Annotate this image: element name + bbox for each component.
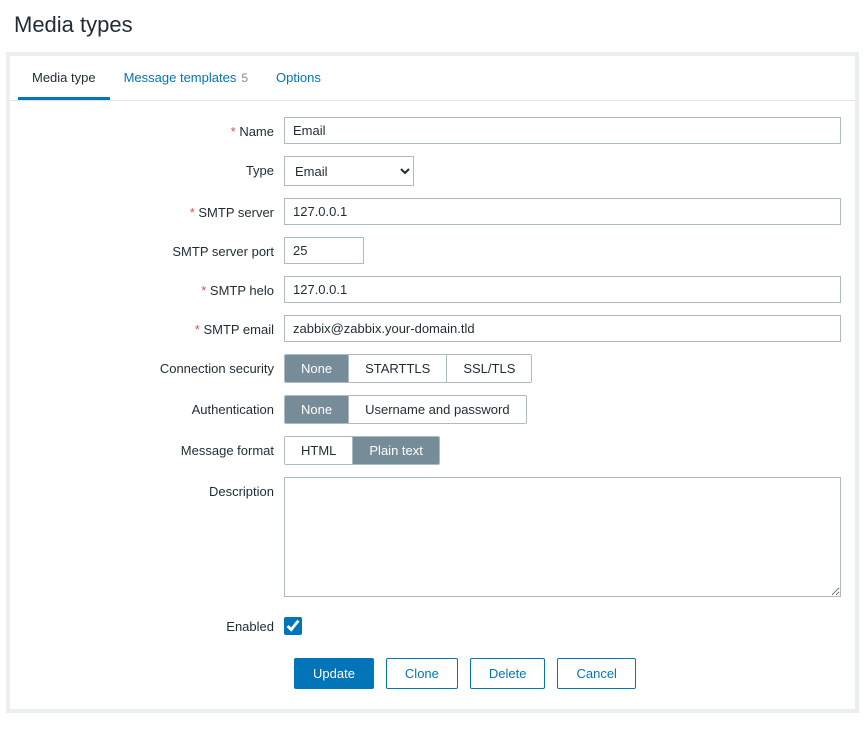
- label-name: Name: [24, 117, 284, 139]
- label-smtp-server: SMTP server: [24, 198, 284, 220]
- action-row: Update Clone Delete Cancel: [24, 658, 841, 689]
- message-format-group: HTML Plain text: [284, 436, 440, 465]
- label-description: Description: [24, 477, 284, 499]
- conn-security-none[interactable]: None: [285, 355, 349, 382]
- content-panel: Media type Message templates 5 Options N…: [6, 52, 859, 713]
- tab-count: 5: [241, 71, 248, 85]
- format-plain-text[interactable]: Plain text: [353, 437, 438, 464]
- smtp-port-input[interactable]: [284, 237, 364, 264]
- smtp-helo-input[interactable]: [284, 276, 841, 303]
- clone-button[interactable]: Clone: [386, 658, 458, 689]
- cancel-button[interactable]: Cancel: [557, 658, 635, 689]
- label-smtp-helo: SMTP helo: [24, 276, 284, 298]
- label-smtp-email: SMTP email: [24, 315, 284, 337]
- delete-button[interactable]: Delete: [470, 658, 546, 689]
- conn-security-ssl-tls[interactable]: SSL/TLS: [447, 355, 531, 382]
- auth-none[interactable]: None: [285, 396, 349, 423]
- label-message-format: Message format: [24, 436, 284, 458]
- auth-userpass[interactable]: Username and password: [349, 396, 526, 423]
- label-enabled: Enabled: [24, 612, 284, 634]
- enabled-checkbox[interactable]: [284, 617, 302, 635]
- card: Media type Message templates 5 Options N…: [10, 56, 855, 709]
- label-conn-security: Connection security: [24, 354, 284, 376]
- description-textarea[interactable]: [284, 477, 841, 597]
- tab-label: Media type: [32, 70, 96, 85]
- tab-label: Options: [276, 70, 321, 85]
- smtp-email-input[interactable]: [284, 315, 841, 342]
- update-button[interactable]: Update: [294, 658, 374, 689]
- tab-label: Message templates: [124, 70, 237, 85]
- label-smtp-port: SMTP server port: [24, 237, 284, 259]
- conn-security-group: None STARTTLS SSL/TLS: [284, 354, 532, 383]
- conn-security-starttls[interactable]: STARTTLS: [349, 355, 447, 382]
- tab-bar: Media type Message templates 5 Options: [10, 56, 855, 101]
- tab-options[interactable]: Options: [262, 56, 335, 100]
- form: Name Type Email SMTP server: [10, 101, 855, 689]
- label-authentication: Authentication: [24, 395, 284, 417]
- format-html[interactable]: HTML: [285, 437, 353, 464]
- tab-message-templates[interactable]: Message templates 5: [110, 56, 262, 100]
- page-title: Media types: [0, 0, 865, 52]
- smtp-server-input[interactable]: [284, 198, 841, 225]
- label-type: Type: [24, 156, 284, 178]
- authentication-group: None Username and password: [284, 395, 527, 424]
- name-input[interactable]: [284, 117, 841, 144]
- tab-media-type[interactable]: Media type: [18, 56, 110, 100]
- type-select[interactable]: Email: [284, 156, 414, 186]
